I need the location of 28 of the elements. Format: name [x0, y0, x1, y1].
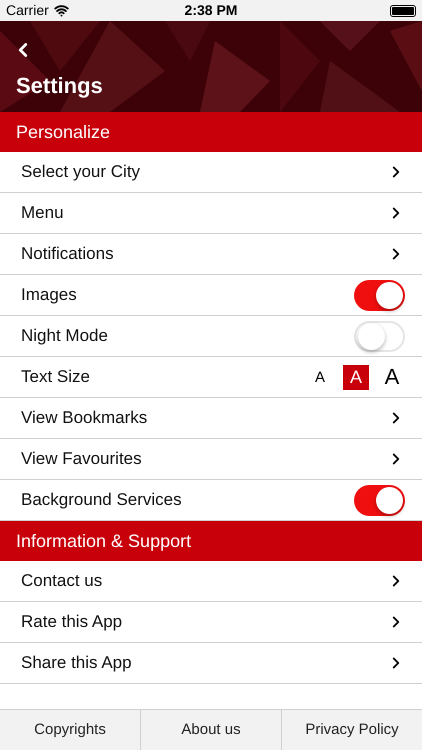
row-label: View Bookmarks — [21, 407, 148, 430]
text-size-option[interactable]: A — [307, 364, 333, 390]
wifi-icon — [54, 3, 69, 18]
footer-tab[interactable]: Privacy Policy — [281, 710, 422, 750]
row-label: Background Services — [21, 489, 183, 512]
row-label: Night Mode — [21, 325, 109, 348]
row-label: Notifications — [21, 243, 115, 266]
row-label: Menu — [21, 202, 65, 224]
carrier-label: Carrier — [6, 1, 49, 20]
row-label: Share this App — [21, 652, 133, 674]
row-label: View Favourites — [21, 448, 143, 470]
row-label: Images — [21, 284, 78, 306]
toggle-switch[interactable] — [354, 484, 405, 516]
section-header: Personalize — [0, 112, 422, 152]
row-label: Text Size — [21, 366, 91, 388]
section-header: Information & Support — [0, 521, 422, 561]
toggle-switch[interactable] — [354, 280, 405, 310]
row-label: Contact us — [21, 570, 104, 592]
footer-tab[interactable]: Copyrights — [0, 710, 140, 750]
footer-tab[interactable]: About us — [140, 710, 281, 750]
text-size-option[interactable]: A — [343, 364, 369, 390]
row-label: Rate this App — [21, 611, 124, 634]
toggle-switch[interactable] — [354, 320, 405, 352]
row-label: Select your City — [21, 161, 142, 184]
status-time: 2:38 PM — [184, 1, 238, 20]
text-size-option[interactable]: A — [379, 364, 405, 390]
page-title: Settings — [15, 72, 104, 100]
battery-icon — [390, 4, 416, 16]
